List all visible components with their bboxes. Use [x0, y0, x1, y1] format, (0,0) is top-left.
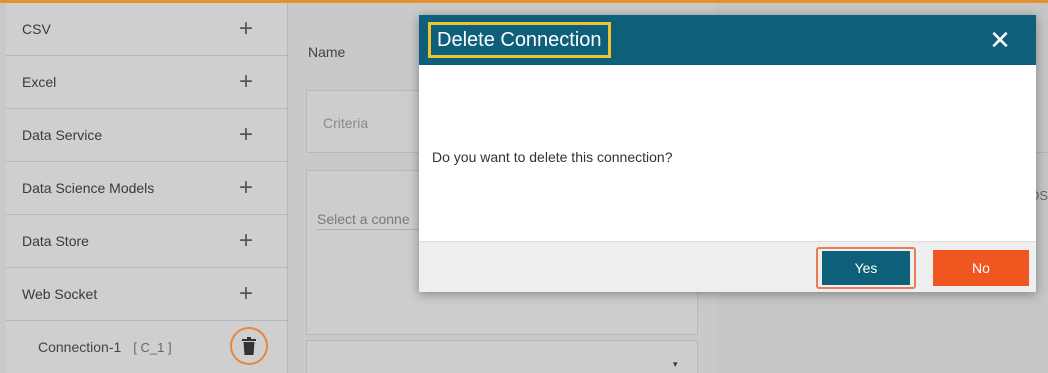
no-button[interactable]: No	[933, 250, 1029, 286]
yes-button[interactable]: Yes	[822, 251, 910, 285]
connection-name: Connection-1	[38, 339, 122, 355]
sidebar-item-csv[interactable]: CSV +	[6, 3, 288, 56]
sidebar-item-data-service[interactable]: Data Service +	[6, 109, 288, 162]
sidebar-item-data-science-models[interactable]: Data Science Models +	[6, 162, 288, 215]
plus-icon[interactable]: +	[239, 176, 253, 200]
sidebar-item-label: Web Socket	[22, 286, 98, 302]
connection-code: [ C_1 ]	[133, 339, 172, 355]
connector-sidebar: CSV + Excel + Data Service + Data Scienc…	[6, 3, 288, 373]
sidebar-item-label: Data Service	[22, 127, 103, 143]
sidebar-item-label: Data Store	[22, 233, 89, 249]
plus-icon[interactable]: +	[239, 17, 253, 41]
plus-icon[interactable]: +	[239, 70, 253, 94]
sidebar-item-web-socket[interactable]: Web Socket +	[6, 268, 288, 321]
delete-connection-button[interactable]	[230, 327, 268, 365]
select-connection-placeholder: Select a conne	[317, 211, 421, 230]
plus-icon[interactable]: +	[239, 229, 253, 253]
sidebar-item-data-store[interactable]: Data Store +	[6, 215, 288, 268]
dropdown-field[interactable]: ▾	[306, 340, 698, 373]
sidebar-item-label: CSV	[22, 21, 51, 37]
sidebar-item-label: Excel	[22, 74, 57, 90]
trash-icon	[242, 337, 256, 355]
plus-icon[interactable]: +	[239, 123, 253, 147]
plus-icon[interactable]: +	[239, 282, 253, 306]
caret-down-icon: ▾	[673, 359, 678, 369]
sidebar-item-excel[interactable]: Excel +	[6, 56, 288, 109]
dialog-body: Do you want to delete this connection?	[419, 65, 1036, 241]
dialog-header: Delete Connection ✕	[419, 15, 1036, 65]
dialog-title: Delete Connection	[428, 22, 611, 58]
delete-connection-dialog: Delete Connection ✕ Do you want to delet…	[419, 15, 1036, 292]
name-label: Name	[308, 44, 346, 60]
dialog-footer: Yes No	[419, 241, 1036, 292]
sidebar-item-label: Data Science Models	[22, 180, 155, 196]
close-icon[interactable]: ✕	[985, 25, 1015, 55]
dialog-message: Do you want to delete this connection?	[432, 149, 673, 165]
criteria-placeholder: Criteria	[323, 115, 369, 131]
